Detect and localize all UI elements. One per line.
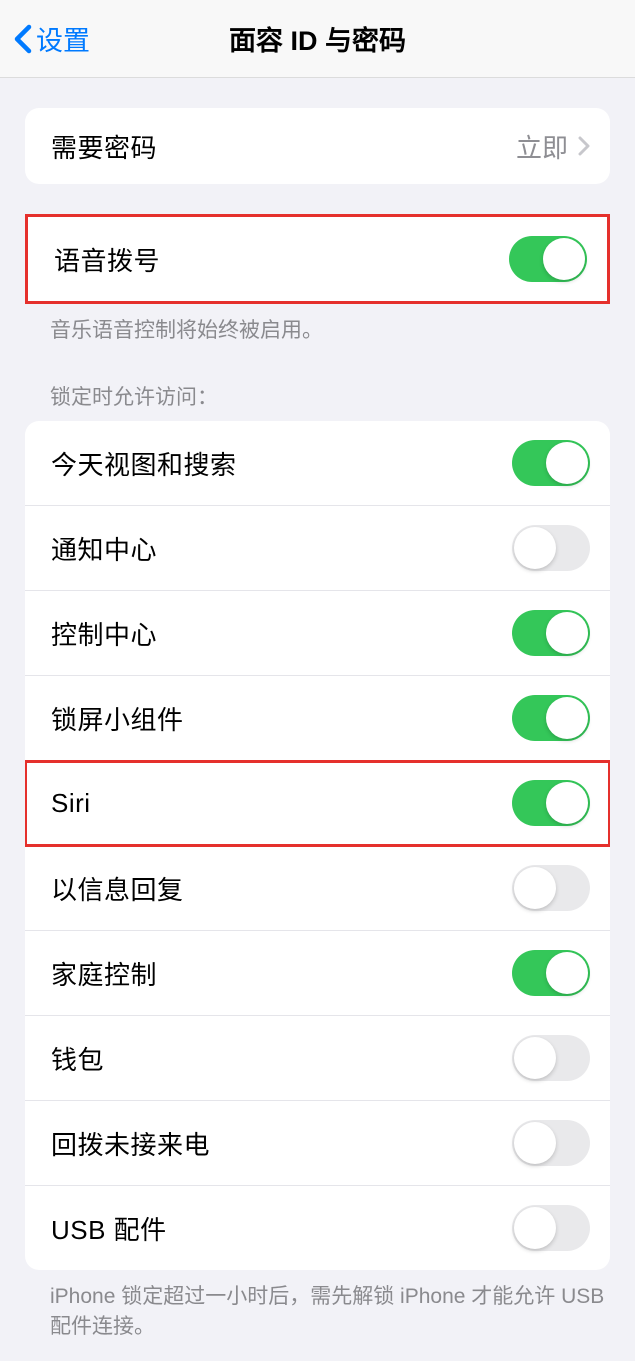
locked-access-group: 今天视图和搜索通知中心控制中心锁屏小组件 Siri 以信息回复家庭控制钱包回拨未接来… [25,421,610,1270]
locked-item-row: 钱包 [25,1016,610,1101]
require-passcode-value-text: 立即 [516,128,568,165]
locked-item-label: USB 配件 [51,1210,167,1247]
locked-item-toggle[interactable] [512,610,590,656]
require-passcode-label: 需要密码 [51,128,157,165]
toggle-knob [546,782,588,824]
toggle-knob [514,1207,556,1249]
locked-item-label: Siri [51,788,91,819]
locked-item-row: 回拨未接来电 [25,1101,610,1186]
toggle-knob [543,238,585,280]
locked-item-row: 通知中心 [25,506,610,591]
chevron-right-icon [578,136,590,156]
voice-dial-row: 语音拨号 [28,217,607,301]
voice-dial-toggle[interactable] [509,236,587,282]
locked-item-label: 通知中心 [51,530,157,567]
locked-item-toggle[interactable] [512,865,590,911]
locked-item-toggle[interactable] [512,1035,590,1081]
voice-dial-label: 语音拨号 [54,241,160,278]
navigation-header: 设置 面容 ID 与密码 [0,0,635,78]
require-passcode-row[interactable]: 需要密码 立即 [25,108,610,184]
locked-item-label: 锁屏小组件 [51,700,184,737]
locked-item-row: 控制中心 [25,591,610,676]
usb-footer: iPhone 锁定超过一小时后，需先解锁 iPhone 才能允许 USB 配件连… [50,1282,610,1341]
locked-item-row: USB 配件 [25,1186,610,1270]
toggle-knob [514,1122,556,1164]
locked-item-row: Siri [25,761,610,846]
locked-item-toggle[interactable] [512,1205,590,1251]
locked-item-row: 家庭控制 [25,931,610,1016]
locked-item-row: 以信息回复 [25,846,610,931]
locked-item-row: 锁屏小组件 [25,676,610,761]
locked-item-toggle[interactable] [512,1120,590,1166]
toggle-knob [514,1037,556,1079]
toggle-knob [514,527,556,569]
toggle-knob [514,867,556,909]
page-title: 面容 ID 与密码 [229,19,406,58]
locked-item-row: 今天视图和搜索 [25,421,610,506]
locked-item-toggle[interactable] [512,950,590,996]
require-passcode-value: 立即 [516,128,590,165]
locked-item-label: 以信息回复 [51,870,184,907]
locked-item-toggle[interactable] [512,695,590,741]
toggle-knob [546,952,588,994]
locked-item-toggle[interactable] [512,780,590,826]
voice-dial-group: 语音拨号 [25,214,610,304]
chevron-left-icon [14,24,32,54]
require-passcode-group: 需要密码 立即 [25,108,610,184]
back-button[interactable]: 设置 [14,19,90,58]
locked-item-label: 回拨未接来电 [51,1125,210,1162]
toggle-knob [546,612,588,654]
locked-item-toggle[interactable] [512,440,590,486]
voice-dial-footer: 音乐语音控制将始终被启用。 [50,316,610,345]
locked-item-label: 钱包 [51,1040,104,1077]
locked-item-toggle[interactable] [512,525,590,571]
locked-section-header: 锁定时允许访问： [50,381,610,411]
toggle-knob [546,697,588,739]
locked-item-label: 今天视图和搜索 [51,445,237,482]
locked-item-label: 家庭控制 [51,955,157,992]
locked-item-label: 控制中心 [51,615,157,652]
back-label: 设置 [36,19,90,58]
toggle-knob [546,442,588,484]
content: 需要密码 立即 语音拨号 音乐语音控制将始终被启用。 锁定时允许访问： 今天视图… [0,108,635,1361]
